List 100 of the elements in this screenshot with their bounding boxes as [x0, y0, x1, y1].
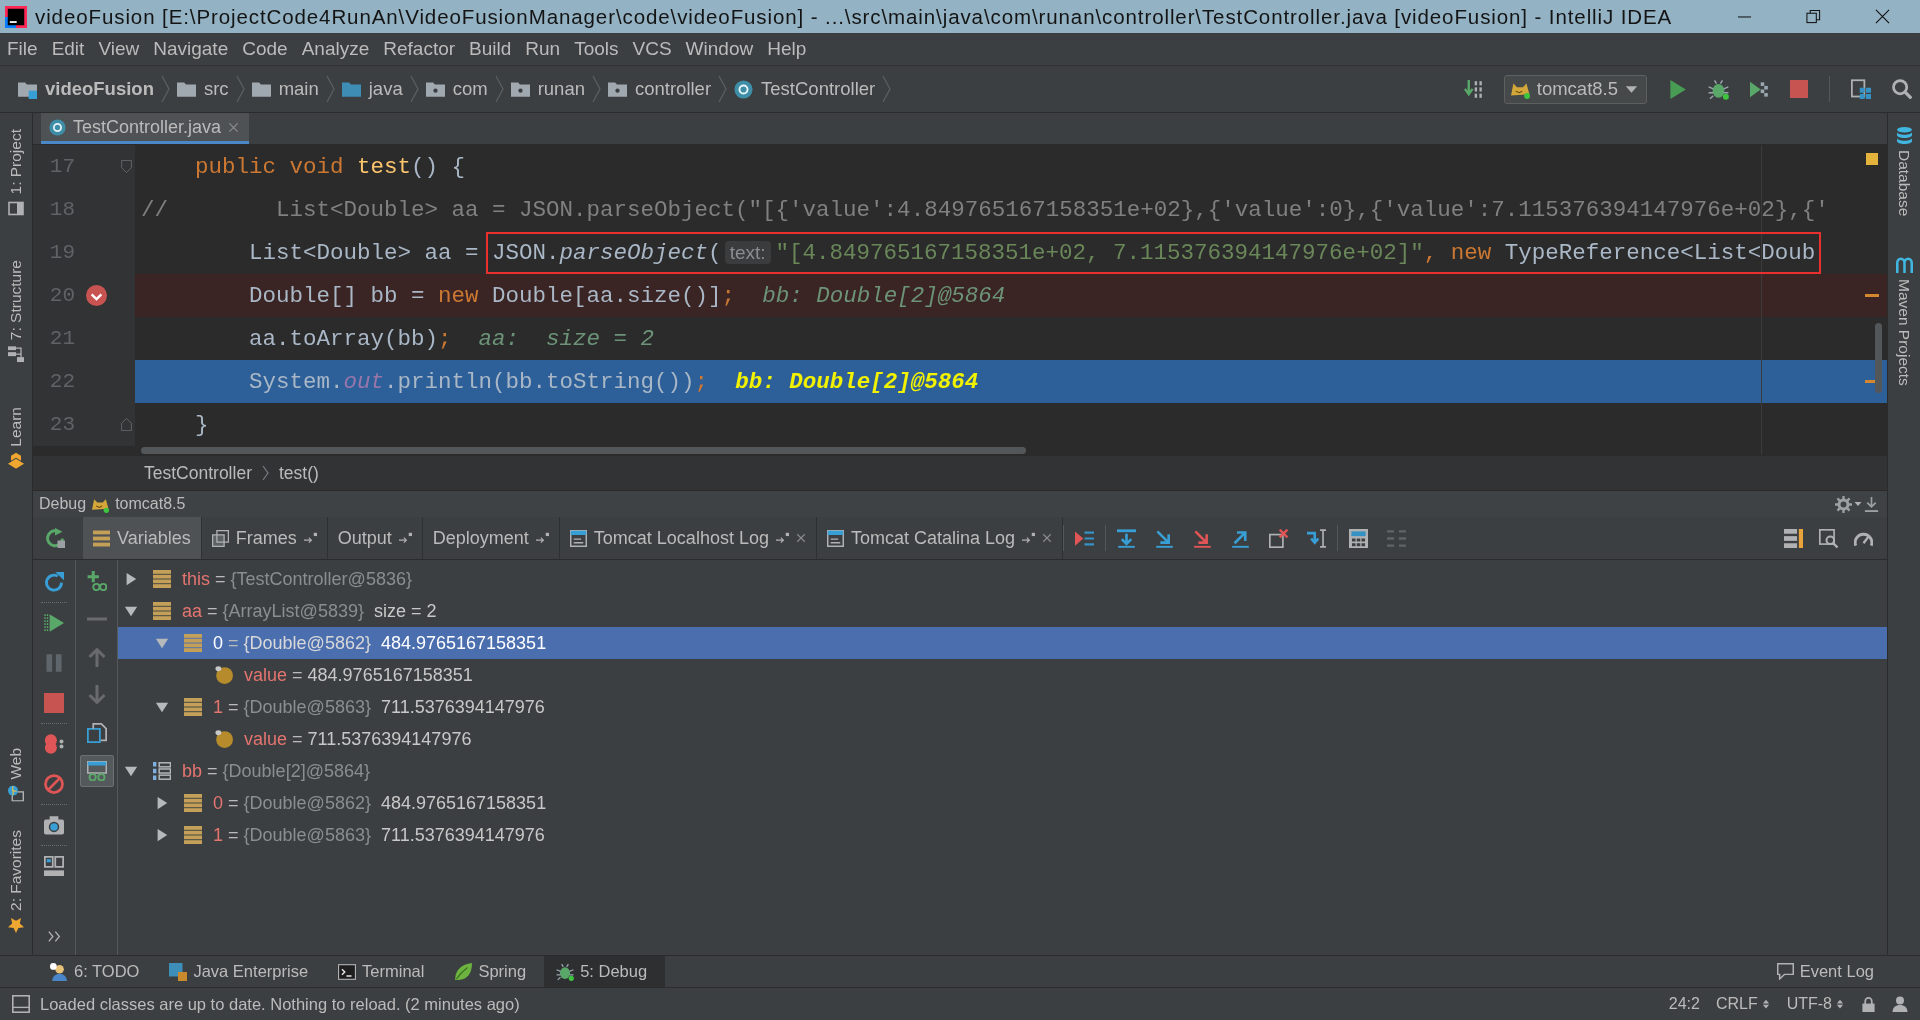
window-magnifier-icon[interactable] — [1819, 528, 1838, 548]
breadcrumb-item[interactable]: controller — [603, 78, 716, 100]
menu-item[interactable]: Build — [462, 34, 519, 64]
variable-row[interactable]: value = 484.9765167158351 — [118, 659, 1887, 691]
tool-window-button[interactable]: 2: Favorites — [7, 830, 25, 933]
calculator-icon[interactable] — [1349, 528, 1369, 548]
vertical-scrollbar[interactable] — [1875, 323, 1882, 393]
line-separator-selector[interactable]: CRLF — [1715, 995, 1771, 1013]
search-icon[interactable] — [1892, 79, 1912, 99]
debug-tab[interactable]: Variables — [83, 517, 202, 559]
menu-item[interactable]: Navigate — [146, 34, 236, 64]
lock-icon[interactable] — [1861, 996, 1876, 1012]
fold-marker-icon[interactable] — [119, 418, 133, 431]
debug-tab[interactable]: Frames — [201, 517, 328, 559]
fold-marker-icon[interactable] — [119, 160, 133, 173]
arrow-square-icon[interactable] — [398, 531, 412, 545]
bug-icon[interactable] — [1708, 78, 1729, 100]
menu-item[interactable]: File — [0, 34, 45, 64]
menu-item[interactable]: Analyze — [294, 34, 377, 64]
bar-arrow-down-icon[interactable] — [1117, 528, 1137, 548]
breadcrumb-item[interactable]: java — [337, 78, 407, 100]
copy-icon[interactable] — [86, 723, 107, 743]
menu-item[interactable]: View — [91, 34, 147, 64]
play-icon[interactable] — [1668, 79, 1687, 99]
panels-icon[interactable] — [44, 856, 64, 876]
triangle-icon[interactable] — [155, 796, 169, 810]
arrow-square-icon[interactable] — [775, 531, 789, 545]
variable-row[interactable]: bb = {Double[2]@5864} — [118, 755, 1887, 787]
variable-row[interactable]: 0 = {Double@5862} 484.9765167158351 — [118, 627, 1887, 659]
arrow-down-icon[interactable] — [1463, 79, 1483, 99]
menu-item[interactable]: Window — [678, 34, 761, 64]
layers-icon[interactable] — [1784, 528, 1803, 548]
tool-window-button[interactable]: Terminal — [326, 956, 443, 987]
triangle-icon[interactable] — [124, 604, 138, 618]
person-icon[interactable] — [1892, 996, 1908, 1012]
encoding-selector[interactable]: UTF-8 — [1786, 995, 1845, 1013]
camera-icon[interactable] — [44, 815, 64, 835]
stacked-circles-icon[interactable] — [44, 734, 64, 754]
toggle-button[interactable] — [79, 755, 114, 787]
menu-item[interactable]: Refactor — [376, 34, 463, 64]
menu-item[interactable]: VCS — [625, 34, 679, 64]
triangle-icon[interactable] — [155, 828, 169, 842]
close-icon[interactable] — [1875, 9, 1890, 24]
variable-row[interactable]: this = {TestController@5836} — [118, 563, 1887, 595]
breadcrumb-item[interactable]: TestController — [730, 78, 880, 100]
menu-item[interactable]: Tools — [567, 34, 626, 64]
arrow-square-icon[interactable] — [1022, 531, 1036, 545]
caret-icon[interactable] — [1854, 500, 1862, 508]
editor-tab[interactable]: TestController.java — [41, 113, 250, 144]
variable-row[interactable]: value = 711.5376394147976 — [118, 723, 1887, 755]
tool-window-button[interactable]: Web — [7, 748, 25, 802]
caret-position[interactable]: 24:2 — [1668, 995, 1700, 1013]
window-cross-icon[interactable] — [1269, 528, 1289, 548]
debug-tab[interactable]: Output — [327, 517, 423, 559]
triangle-icon[interactable] — [155, 700, 169, 714]
gear-icon[interactable] — [1835, 495, 1852, 513]
debug-tab[interactable]: Tomcat Localhost Log — [559, 517, 817, 559]
menu-item[interactable]: Run — [518, 34, 568, 64]
tool-window-button[interactable]: Database — [1895, 127, 1913, 217]
window-icon[interactable] — [12, 995, 30, 1013]
dash-marker-icon[interactable] — [1865, 294, 1879, 297]
variable-row[interactable]: 1 = {Double@5863} 711.5376394147976 — [118, 819, 1887, 851]
variable-row[interactable]: 0 = {Double@5862} 484.9765167158351 — [118, 787, 1887, 819]
arrow-down-right-icon[interactable] — [1193, 528, 1213, 548]
tool-window-button[interactable]: 6: TODO — [38, 956, 158, 987]
event-log-button[interactable]: Event Log — [1770, 956, 1880, 987]
double-chevron-icon[interactable] — [47, 930, 61, 943]
breadcrumb-item[interactable]: test() — [275, 462, 322, 484]
breadcrumb-item[interactable]: videoFusion — [14, 78, 158, 100]
menu-item[interactable]: Help — [760, 34, 814, 64]
menu-item[interactable]: Edit — [44, 34, 92, 64]
arrow-text-cursor-icon[interactable] — [1307, 528, 1327, 548]
breadcrumb-item[interactable]: runan — [506, 78, 589, 100]
arrow-square-icon[interactable] — [535, 531, 549, 545]
breadcrumb-item[interactable]: main — [247, 78, 323, 100]
run-configuration-dropdown[interactable]: tomcat8.5 — [1503, 74, 1647, 104]
breadcrumb-item[interactable]: src — [172, 78, 233, 100]
grid-window-icon[interactable] — [1851, 79, 1871, 99]
menu-item[interactable]: Code — [235, 34, 295, 64]
arrow-down-right-icon[interactable] — [1155, 528, 1175, 548]
restore-icon[interactable] — [1806, 9, 1821, 24]
tool-window-button[interactable]: 7: Structure — [7, 260, 25, 363]
arrow-square-icon[interactable] — [303, 531, 317, 545]
arrow-up-right-icon[interactable] — [1231, 528, 1251, 548]
plus-glasses-icon[interactable] — [86, 571, 107, 591]
circular-arrow-icon[interactable] — [44, 528, 65, 548]
variable-row[interactable]: aa = {ArrayList@5839} size = 2 — [118, 595, 1887, 627]
tool-window-button[interactable]: Maven Projects — [1895, 256, 1913, 387]
check-disc-icon[interactable] — [85, 285, 107, 306]
tool-window-button[interactable]: Spring — [442, 956, 545, 987]
checkered-play-icon[interactable] — [1750, 79, 1769, 99]
tool-window-button[interactable]: Java Enterprise — [157, 956, 327, 987]
tool-window-button[interactable]: Learn — [7, 406, 25, 469]
debug-tab[interactable]: Tomcat Catalina Log — [816, 517, 1064, 559]
breadcrumb-item[interactable]: com — [421, 78, 492, 100]
triangle-icon[interactable] — [124, 764, 138, 778]
arrow-to-line-icon[interactable] — [1864, 496, 1879, 512]
circle-slash-icon[interactable] — [44, 774, 64, 794]
breadcrumb-item[interactable]: TestController — [141, 462, 255, 484]
horizontal-scrollbar[interactable] — [141, 447, 1026, 454]
